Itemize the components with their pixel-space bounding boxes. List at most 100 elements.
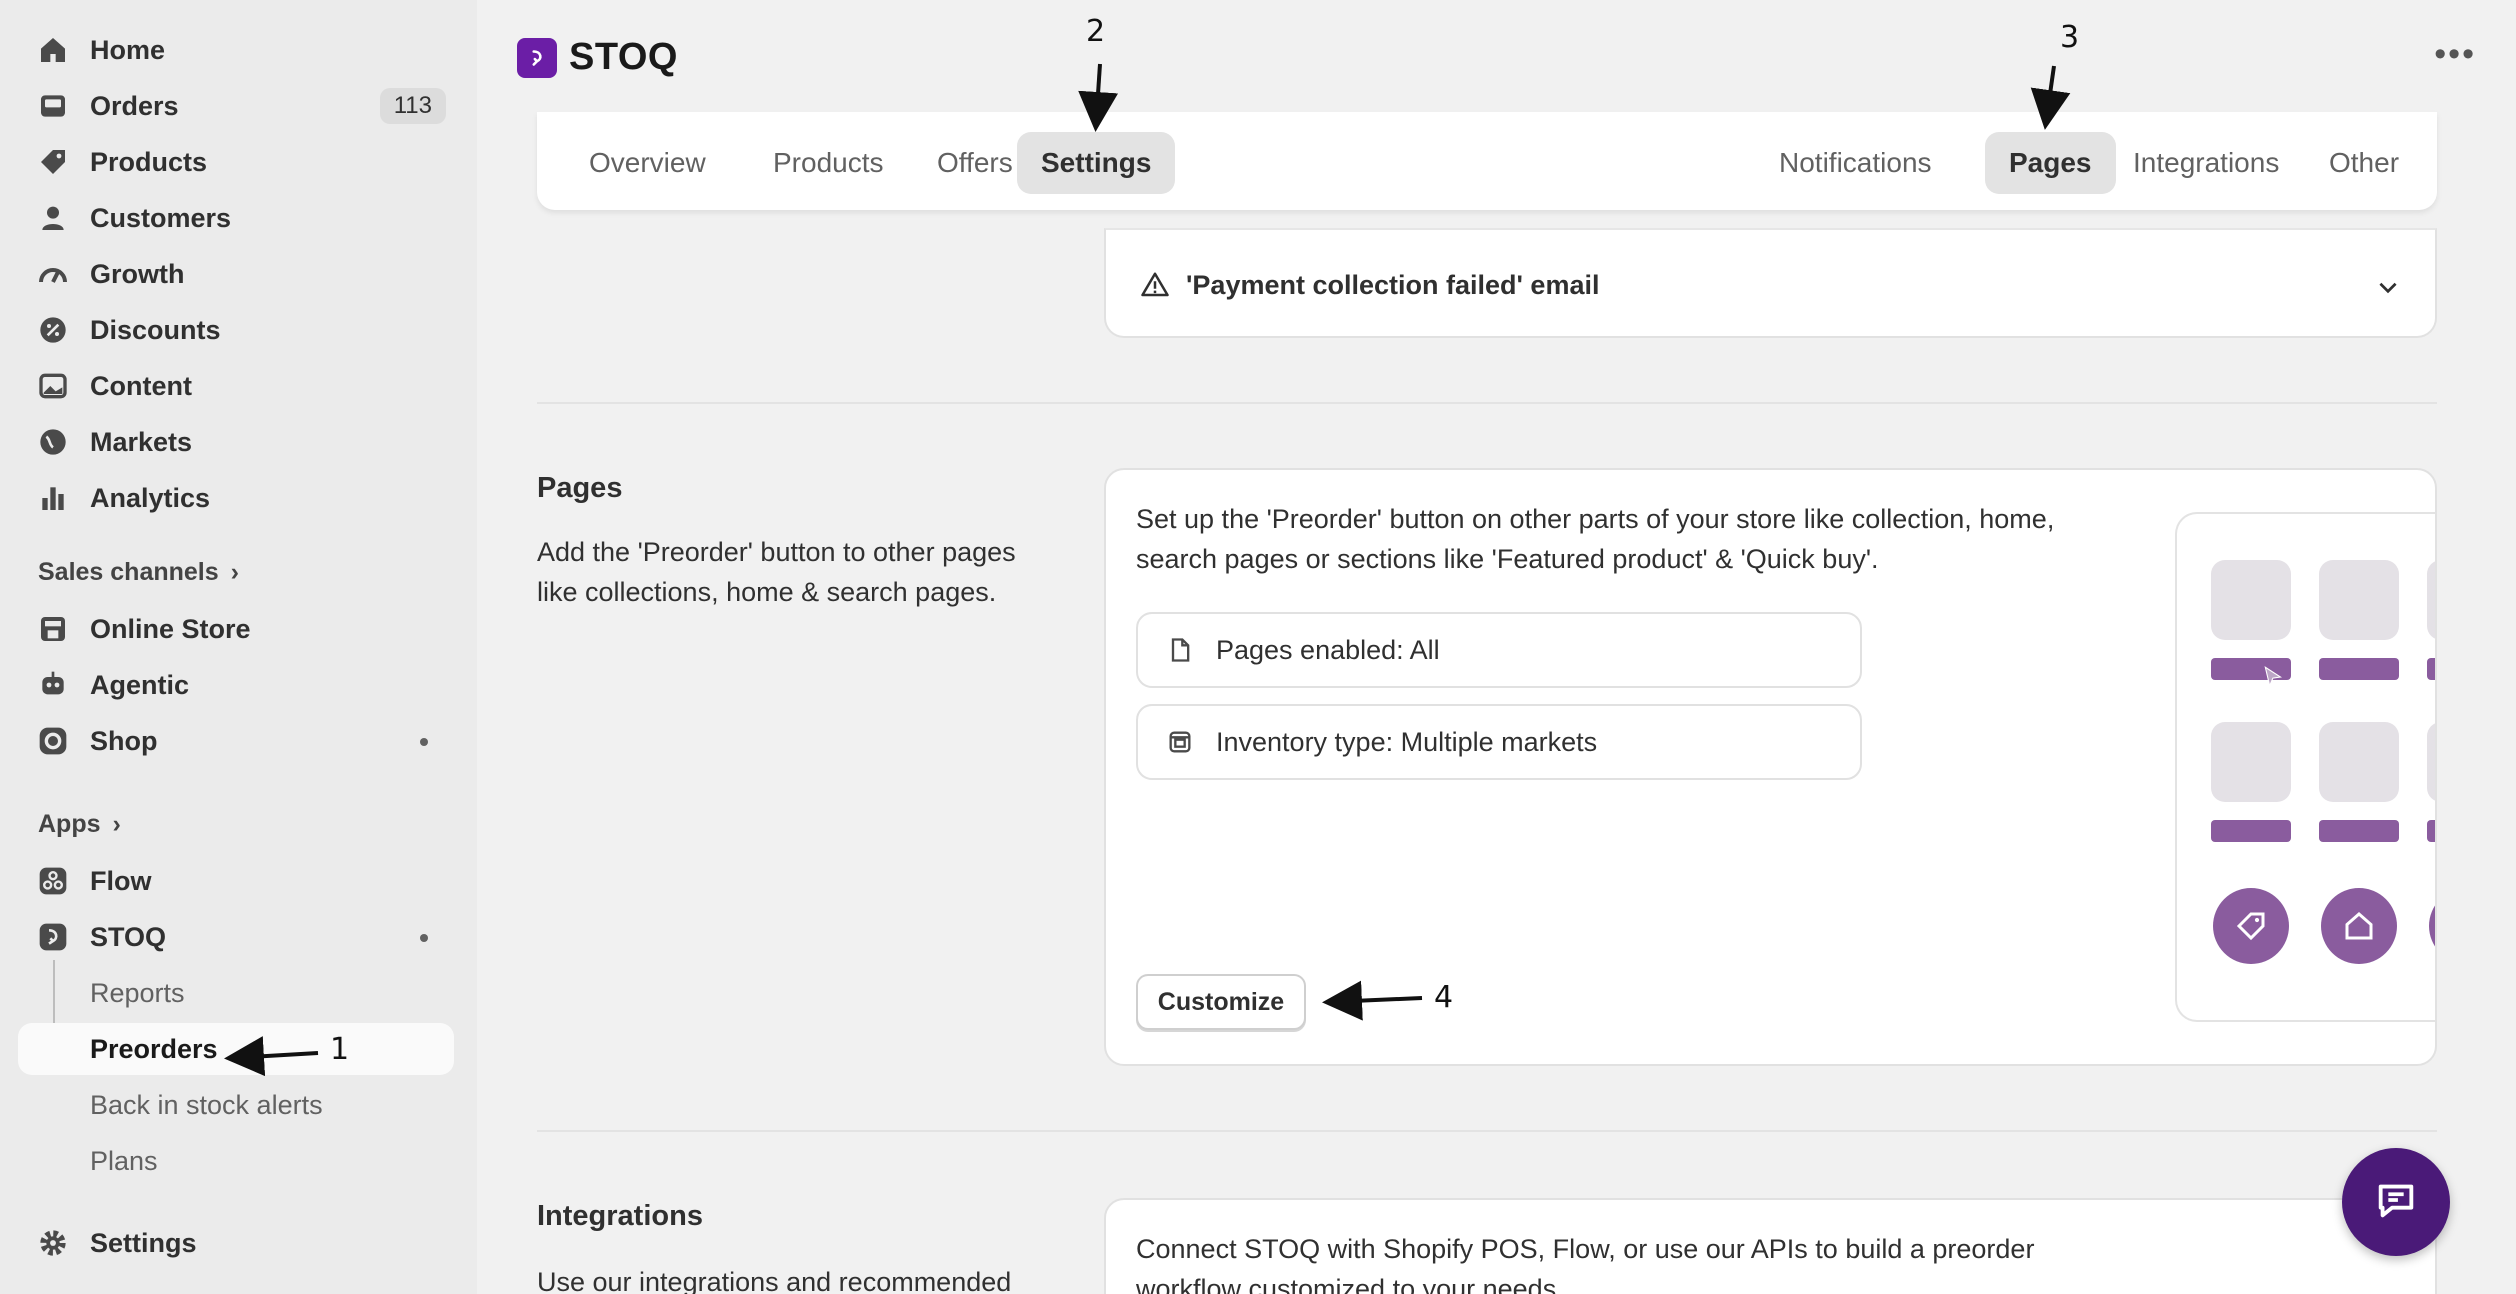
status-dot <box>420 738 428 746</box>
payment-failed-email-card[interactable]: 'Payment collection failed' email <box>1104 228 2437 338</box>
sidebar-item-customers[interactable]: Customers <box>18 192 454 244</box>
chevron-right-icon: › <box>112 810 121 838</box>
bar-chart-icon <box>36 481 70 515</box>
sidebar-item-label: Content <box>90 370 192 401</box>
home-icon <box>36 33 70 67</box>
preorder-bar <box>2319 820 2399 842</box>
integrations-card-text-line1: Connect STOQ with Shopify POS, Flow, or … <box>1136 1234 2035 1264</box>
pages-section-description: Add the 'Preorder' button to other pages… <box>537 537 1016 607</box>
gauge-icon <box>36 257 70 291</box>
sidebar-item-label: Customers <box>90 202 232 233</box>
section-divider <box>537 1130 2437 1132</box>
product-tile <box>2211 722 2291 802</box>
sidebar-item-label: Home <box>90 34 166 65</box>
product-tile <box>2427 560 2435 640</box>
integrations-card: Connect STOQ with Shopify POS, Flow, or … <box>1104 1198 2437 1294</box>
section-divider <box>537 402 2437 404</box>
storefront-icon <box>36 612 70 646</box>
sidebar-item-label: Reports <box>90 977 185 1008</box>
image-icon <box>36 369 70 403</box>
main-content: STOQ ••• Overview Products Offers Settin… <box>477 0 2516 1294</box>
tab-notifications[interactable]: Notifications <box>1755 132 1956 194</box>
annotation-number-1: 1 <box>330 1032 350 1067</box>
sidebar-item-discounts[interactable]: Discounts <box>18 304 454 356</box>
sidebar-item-label: Growth <box>90 258 185 289</box>
sidebar-item-label: Agentic <box>90 669 190 700</box>
tab-settings[interactable]: Settings <box>1017 132 1176 194</box>
sidebar-item-analytics[interactable]: Analytics <box>18 472 454 524</box>
annotation-number-2: 2 <box>1086 14 1106 49</box>
inbox-icon <box>36 89 70 123</box>
home-circle-icon <box>2321 888 2397 964</box>
robot-icon <box>36 668 70 702</box>
pages-illustration <box>2175 512 2435 1022</box>
sidebar-item-label: Back in stock alerts <box>90 1089 323 1120</box>
orders-count-badge: 113 <box>379 88 446 124</box>
page-icon <box>1166 635 1196 665</box>
product-tile <box>2211 560 2291 640</box>
sidebar-item-reports[interactable]: Reports <box>18 967 454 1019</box>
sidebar-item-label: STOQ <box>90 921 167 952</box>
tab-other[interactable]: Other <box>2305 132 2423 194</box>
sidebar-item-label: Plans <box>90 1145 158 1176</box>
search-circle-icon <box>2429 888 2435 964</box>
tag-circle-icon <box>2213 888 2289 964</box>
sidebar-item-shop[interactable]: Shop <box>18 715 454 767</box>
sidebar-item-products[interactable]: Products <box>18 136 454 188</box>
sidebar-item-flow[interactable]: Flow <box>18 855 454 907</box>
person-icon <box>36 201 70 235</box>
pages-enabled-field[interactable]: Pages enabled: All <box>1136 612 1862 688</box>
sidebar-item-markets[interactable]: Markets <box>18 416 454 468</box>
tab-pages[interactable]: Pages <box>1985 132 2116 194</box>
inventory-type-field[interactable]: Inventory type: Multiple markets <box>1136 704 1862 780</box>
chat-icon <box>2373 1177 2419 1228</box>
sidebar-item-preorders[interactable]: Preorders <box>18 1023 454 1075</box>
pages-enabled-label: Pages enabled: All <box>1216 634 1440 665</box>
stoq-logo-icon <box>517 37 557 78</box>
globe-icon <box>36 425 70 459</box>
sidebar-item-label: Shop <box>90 725 158 756</box>
sidebar-item-label: Products <box>90 146 208 177</box>
sidebar-item-back-in-stock-alerts[interactable]: Back in stock alerts <box>18 1079 454 1131</box>
tag-icon <box>36 145 70 179</box>
sidebar-item-label: Orders <box>90 90 179 121</box>
sidebar-item-stoq[interactable]: STOQ <box>18 911 454 963</box>
sidebar-item-label: Settings <box>90 1227 197 1258</box>
gear-icon <box>36 1226 70 1260</box>
product-tile <box>2319 560 2399 640</box>
preorder-bar <box>2427 820 2435 842</box>
sidebar-item-orders[interactable]: Orders 113 <box>18 80 454 132</box>
warning-icon <box>1140 270 1170 305</box>
chevron-right-icon: › <box>230 558 239 586</box>
chevron-down-icon[interactable] <box>2375 274 2401 305</box>
tab-products[interactable]: Products <box>749 132 908 194</box>
sidebar-item-online-store[interactable]: Online Store <box>18 603 454 655</box>
sidebar-item-label: Analytics <box>90 482 211 513</box>
preorder-bar <box>2427 658 2435 680</box>
sales-channels-heading[interactable]: Sales channels › <box>38 558 239 587</box>
sidebar-item-label: Discounts <box>90 314 221 345</box>
app-title: STOQ <box>569 36 678 78</box>
sidebar-item-agentic[interactable]: Agentic <box>18 659 454 711</box>
tab-integrations[interactable]: Integrations <box>2109 132 2303 194</box>
preorder-bar <box>2211 820 2291 842</box>
sidebar-item-growth[interactable]: Growth <box>18 248 454 300</box>
app-header: STOQ <box>517 36 678 79</box>
apps-heading[interactable]: Apps › <box>38 810 121 839</box>
annotation-number-3: 3 <box>2060 20 2080 55</box>
tab-overview[interactable]: Overview <box>565 132 730 194</box>
stoq-app-icon <box>36 920 70 954</box>
customize-button[interactable]: Customize <box>1136 974 1306 1030</box>
inventory-type-label: Inventory type: Multiple markets <box>1216 726 1598 757</box>
pages-section-title: Pages <box>537 472 623 504</box>
chat-button[interactable] <box>2342 1148 2450 1256</box>
more-options-icon[interactable]: ••• <box>2434 37 2476 71</box>
integrations-card-text-line2: workflow customized to your needs. <box>1136 1274 1564 1294</box>
email-card-title: 'Payment collection failed' email <box>1186 270 1600 300</box>
sidebar-item-label: Online Store <box>90 613 251 644</box>
sidebar-item-label: Flow <box>90 865 152 896</box>
sidebar-item-settings[interactable]: Settings <box>18 1217 454 1269</box>
sidebar-item-content[interactable]: Content <box>18 360 454 412</box>
sidebar-item-plans[interactable]: Plans <box>18 1135 454 1187</box>
sidebar-item-home[interactable]: Home <box>18 24 454 76</box>
